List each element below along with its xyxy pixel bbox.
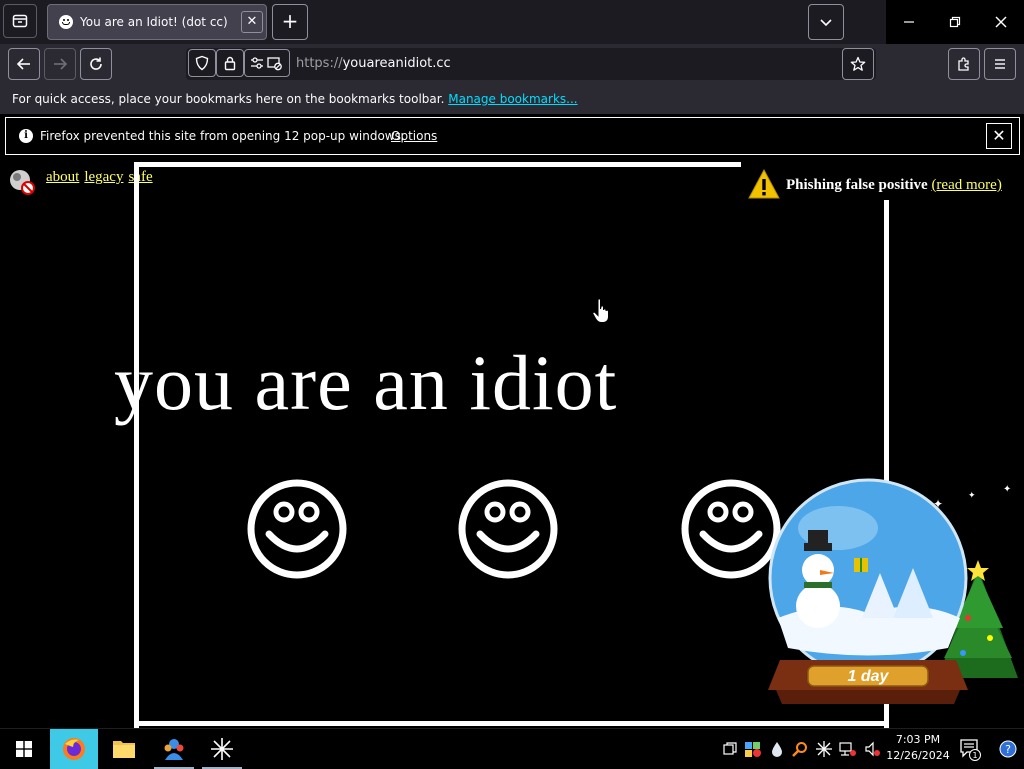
hand-cursor-icon — [592, 298, 609, 323]
volume-muted-tray-icon[interactable] — [862, 737, 882, 761]
close-tab-icon[interactable]: ✕ — [241, 11, 263, 33]
phishing-text: Phishing false positive — [786, 177, 928, 193]
tab-active[interactable]: You are an Idiot! (dot cc) ✕ — [47, 4, 267, 40]
address-bar[interactable]: https://youareanidiot.cc — [186, 48, 876, 80]
about-link[interactable]: about — [46, 169, 79, 185]
notification-icon: 1 — [960, 739, 981, 761]
list-all-tabs-button[interactable] — [808, 4, 844, 40]
globe-label: 1 day — [848, 668, 890, 685]
site-logo-icon[interactable] — [7, 168, 35, 196]
folder-icon — [113, 741, 135, 758]
back-button[interactable] — [8, 48, 40, 80]
svg-text:✦: ✦ — [968, 491, 976, 501]
smiley-face-icon — [458, 479, 558, 579]
windows-taskbar: 7:03 PM 12/26/2024 1 ? — [0, 728, 1024, 769]
url-scheme: https:// — [296, 56, 343, 71]
svg-text:?: ? — [1005, 743, 1011, 756]
info-icon: i — [19, 129, 33, 143]
notification-options-button[interactable]: Options — [391, 129, 437, 143]
smiley-face-icon — [247, 479, 347, 579]
lock-icon — [224, 56, 236, 71]
minimize-button[interactable] — [886, 0, 932, 44]
popup-blocked-notification: i Firefox prevented this site from openi… — [5, 117, 1020, 155]
notification-message: Firefox prevented this site from opening… — [40, 129, 405, 143]
minimize-icon — [904, 21, 914, 23]
new-tab-button[interactable]: + — [272, 4, 308, 40]
tracking-protection-button[interactable] — [188, 49, 216, 77]
smiley-favicon-icon — [59, 15, 73, 29]
app-taskbar-button[interactable] — [150, 729, 198, 769]
headline-text: you are an idiot — [114, 339, 618, 426]
action-center-button[interactable]: 1 — [958, 737, 982, 761]
puzzle-icon — [958, 57, 969, 71]
start-button[interactable] — [0, 729, 48, 769]
system-clock[interactable]: 7:03 PM 12/26/2024 — [886, 732, 950, 764]
snow-app-taskbar-button[interactable] — [198, 729, 246, 769]
bookmark-star-button[interactable] — [842, 48, 874, 80]
firefox-view-icon — [12, 14, 28, 28]
phishing-label: Phishing false positive (read more) — [786, 177, 1002, 194]
bookmarks-message: For quick access, place your bookmarks h… — [12, 92, 445, 106]
page-content: about legacy safe you are an idiot Phish… — [0, 160, 1024, 728]
reload-button[interactable] — [80, 48, 112, 80]
reload-icon — [90, 57, 102, 70]
window-controls — [886, 0, 1024, 44]
firefox-taskbar-button[interactable] — [50, 729, 98, 769]
restore-icon — [949, 16, 961, 28]
bookmarks-toolbar: For quick access, place your bookmarks h… — [0, 84, 1024, 114]
svg-text:✦: ✦ — [1003, 484, 1011, 495]
hamburger-menu-icon — [995, 59, 1005, 69]
close-icon — [995, 16, 1007, 28]
task-view-icon[interactable] — [720, 737, 740, 761]
firefox-icon — [63, 738, 85, 760]
snowflake-icon — [211, 738, 233, 760]
windows-logo-icon — [16, 741, 32, 757]
popup-frame-left — [134, 162, 139, 728]
snow-globe-widget[interactable]: ✦ ✦ ✦ 1 day — [768, 478, 1024, 728]
navigation-toolbar: https://youareanidiot.cc — [0, 44, 1024, 84]
clock-time: 7:03 PM — [895, 733, 941, 746]
chevron-down-icon — [820, 19, 832, 27]
site-security-button[interactable] — [216, 49, 244, 77]
bookmarks-hint: For quick access, place your bookmarks h… — [12, 92, 578, 106]
network-tray-icon[interactable] — [838, 737, 858, 761]
permissions-icon — [251, 57, 282, 71]
close-window-button[interactable] — [978, 0, 1024, 44]
help-tray-icon[interactable]: ? — [998, 737, 1018, 761]
security-tray-icon[interactable] — [743, 737, 763, 761]
tab-bar: You are an Idiot! (dot cc) ✕ + — [0, 0, 1024, 44]
snowflake-tray-icon[interactable] — [814, 737, 834, 761]
manage-bookmarks-link[interactable]: Manage bookmarks... — [448, 92, 577, 106]
shield-icon — [195, 55, 209, 71]
url-text[interactable]: https://youareanidiot.cc — [296, 56, 451, 71]
permissions-button[interactable] — [244, 49, 290, 77]
popup-frame-top — [134, 162, 741, 167]
clock-date: 12/26/2024 — [886, 749, 950, 762]
read-more-link[interactable]: (read more) — [931, 177, 1001, 193]
forward-button[interactable] — [44, 48, 76, 80]
close-notification-icon[interactable]: ✕ — [986, 123, 1012, 149]
star-icon — [850, 56, 866, 71]
url-host: youareanidiot.cc — [342, 56, 451, 71]
legacy-link[interactable]: legacy — [84, 169, 123, 185]
app-menu-button[interactable] — [984, 48, 1016, 80]
restore-button[interactable] — [932, 0, 978, 44]
extensions-button[interactable] — [948, 48, 980, 80]
tab-title: You are an Idiot! (dot cc) — [80, 15, 228, 29]
file-explorer-taskbar-button[interactable] — [100, 729, 148, 769]
firefox-view-button[interactable] — [3, 4, 37, 38]
search-tray-icon[interactable] — [790, 737, 810, 761]
people-app-icon — [164, 739, 184, 760]
smiley-face-icon — [681, 479, 781, 579]
notification-count: 1 — [972, 751, 977, 760]
arrow-left-icon — [16, 58, 30, 70]
water-drop-tray-icon[interactable] — [767, 737, 787, 761]
arrow-right-icon — [54, 58, 68, 70]
warning-icon — [748, 168, 780, 199]
